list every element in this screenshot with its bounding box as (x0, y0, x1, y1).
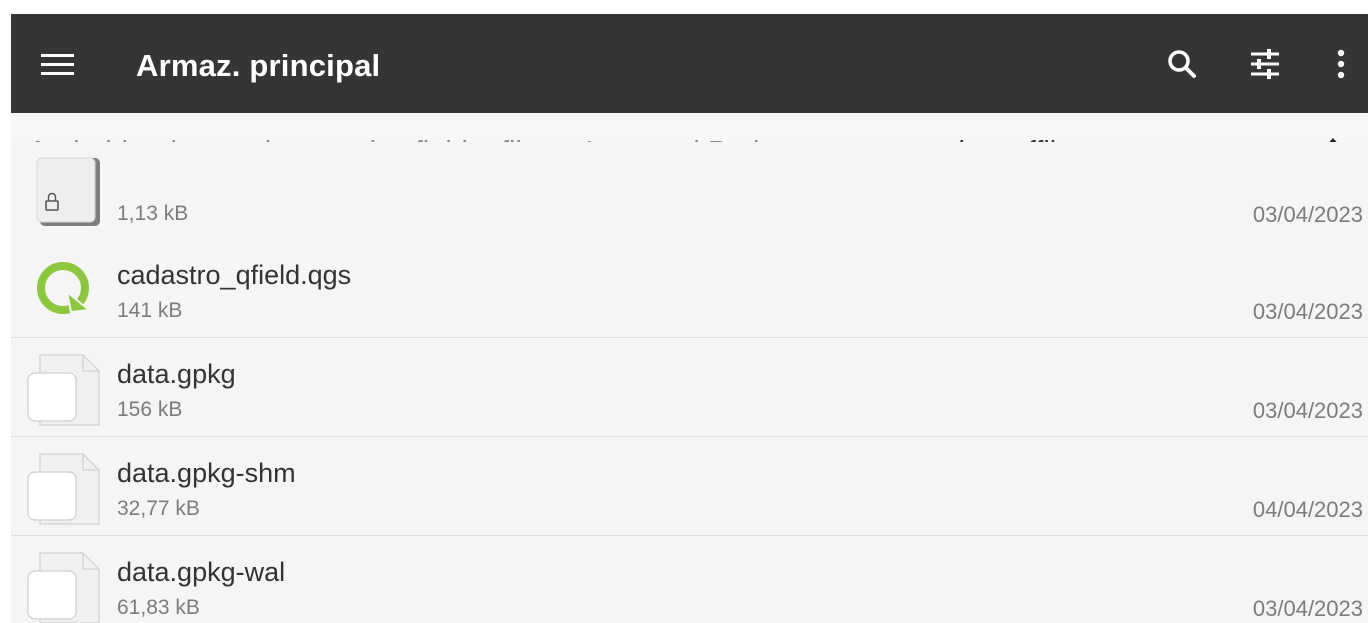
more-vert-icon[interactable] (1323, 46, 1359, 82)
qfield-icon (37, 262, 92, 314)
file-size: 61,83 kB (117, 596, 200, 619)
app-toolbar: Armaz. principal (11, 14, 1368, 113)
file-date: 03/04/2023 (1252, 398, 1363, 423)
list-item[interactable]: data.gpkg-shm 32,77 kB 04/04/2023 (11, 437, 1368, 536)
list-item[interactable]: data.gpkg-wal 61,83 kB 03/04/2023 (11, 536, 1368, 623)
file-size: 156 kB (117, 398, 183, 421)
list-item[interactable]: cadastro_qfield.qgs 141 kB 03/04/2023 (11, 239, 1368, 338)
file-date: 03/04/2023 (1252, 202, 1363, 227)
file-date: 03/04/2023 (1252, 596, 1363, 621)
file-name: data.gpkg-shm (117, 458, 296, 488)
file-icon (27, 552, 100, 623)
file-size: 1,13 kB (117, 202, 189, 225)
file-icon (27, 453, 100, 525)
file-size: 32,77 kB (117, 497, 200, 520)
file-name: cadastro_qfield.qgs (117, 260, 352, 290)
file-icon (27, 354, 100, 426)
archive-lock-icon (36, 157, 100, 226)
file-size: 141 kB (117, 299, 183, 322)
list-item[interactable]: data.gpkg 156 kB 03/04/2023 (11, 338, 1368, 437)
file-date: 03/04/2023 (1252, 299, 1363, 324)
list-item[interactable]: 1,13 kB 03/04/2023 (11, 142, 1368, 240)
file-date: 04/04/2023 (1252, 497, 1363, 522)
file-manager-window: Armaz. principal Android>data>ch.opengis… (11, 14, 1368, 623)
page-title: Armaz. principal (136, 48, 381, 83)
file-name: data.gpkg (117, 359, 236, 389)
file-name: data.gpkg-wal (117, 557, 286, 587)
menu-icon[interactable] (41, 54, 74, 76)
search-icon[interactable] (1164, 46, 1200, 82)
tune-icon[interactable] (1247, 46, 1283, 82)
